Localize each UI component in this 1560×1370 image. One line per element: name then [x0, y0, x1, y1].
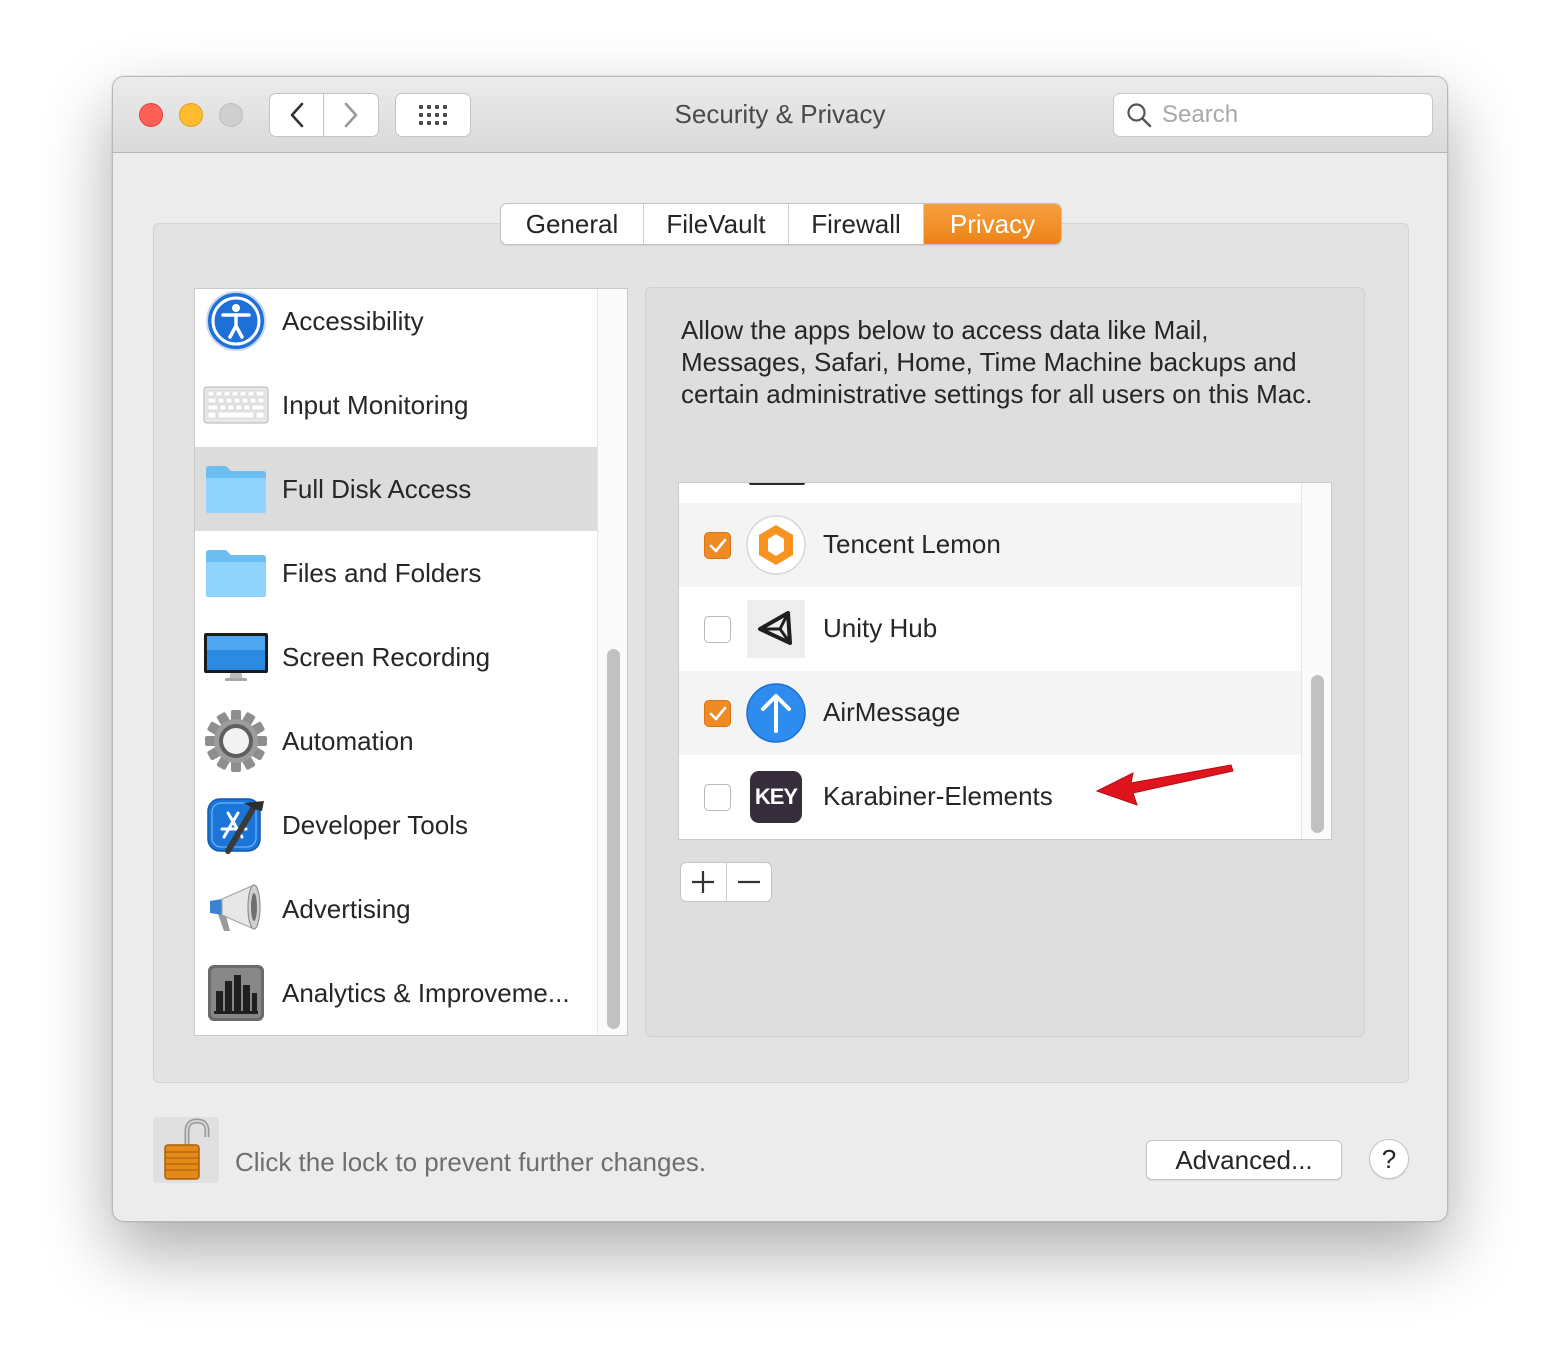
- add-app-button[interactable]: [681, 863, 726, 901]
- lock-hint-text: Click the lock to prevent further change…: [235, 1147, 707, 1177]
- category-screen-recording[interactable]: Screen Recording: [195, 615, 597, 699]
- add-remove-control: [680, 862, 772, 902]
- full-disk-access-pane: Allow the apps below to access data like…: [645, 287, 1365, 1037]
- app-list-scrollbar-thumb[interactable]: [1311, 675, 1324, 833]
- category-label: Advertising: [282, 893, 411, 924]
- category-label: Automation: [282, 725, 414, 756]
- karabiner-icon: KEY: [746, 767, 806, 827]
- gear-icon: [203, 708, 269, 774]
- remove-app-button[interactable]: [725, 863, 771, 901]
- app-row-partial: [679, 483, 1301, 503]
- checkmark-icon: [709, 706, 726, 720]
- search-field[interactable]: [1113, 93, 1433, 137]
- accessibility-icon: [203, 289, 269, 354]
- app-name: Karabiner-Elements: [823, 781, 1053, 811]
- unity-icon: [746, 599, 806, 659]
- category-scrollbar[interactable]: [597, 289, 627, 1035]
- app-name: Unity Hub: [823, 613, 938, 643]
- category-label: Screen Recording: [282, 641, 491, 672]
- xcode-icon: [203, 792, 269, 858]
- category-analytics[interactable]: Analytics & Improveme...: [195, 951, 597, 1035]
- megaphone-icon: [203, 876, 269, 942]
- category-developer-tools[interactable]: Developer Tools: [195, 783, 597, 867]
- unity-hub-checkbox[interactable]: [704, 616, 731, 643]
- plus-icon: [692, 871, 715, 893]
- privacy-category-list[interactable]: Accessibility Input Monitoring Full Disk…: [194, 288, 628, 1036]
- keyboard-icon: [203, 372, 269, 438]
- category-accessibility[interactable]: Accessibility: [195, 289, 597, 363]
- category-automation[interactable]: Automation: [195, 699, 597, 783]
- category-scrollbar-thumb[interactable]: [607, 649, 620, 1029]
- category-label: Full Disk Access: [282, 473, 472, 504]
- app-icon-partial: [749, 483, 805, 485]
- tencent-lemon-icon: [746, 515, 806, 575]
- app-row-unity-hub[interactable]: Unity Hub: [679, 587, 1301, 671]
- karabiner-elements-checkbox[interactable]: [704, 784, 731, 811]
- help-button[interactable]: ?: [1369, 1139, 1409, 1179]
- category-files-and-folders[interactable]: Files and Folders: [195, 531, 597, 615]
- search-icon: [1127, 103, 1152, 128]
- access-description: Allow the apps below to access data like…: [681, 315, 1313, 409]
- airmessage-checkbox[interactable]: [704, 700, 731, 727]
- tab-filevault[interactable]: FileVault: [644, 204, 789, 244]
- category-label: Accessibility: [282, 305, 424, 336]
- unlocked-padlock-icon: [164, 1118, 210, 1180]
- category-label: Files and Folders: [282, 557, 482, 588]
- category-label: Developer Tools: [282, 809, 468, 840]
- category-label: Input Monitoring: [282, 389, 469, 420]
- security-privacy-window: Security & Privacy General FileVault Fir…: [112, 76, 1448, 1222]
- search-input[interactable]: [1162, 101, 1422, 129]
- category-label: Analytics & Improveme...: [282, 977, 570, 1008]
- folder-icon: [203, 456, 269, 522]
- app-name: AirMessage: [823, 697, 961, 727]
- advanced-button[interactable]: Advanced...: [1146, 1140, 1342, 1180]
- minus-icon: [737, 880, 760, 884]
- app-row-tencent-lemon[interactable]: Tencent Lemon: [679, 503, 1301, 587]
- category-advertising[interactable]: Advertising: [195, 867, 597, 951]
- app-name: Tencent Lemon: [823, 529, 1001, 559]
- tab-general[interactable]: General: [501, 204, 644, 244]
- tab-firewall[interactable]: Firewall: [789, 204, 924, 244]
- category-input-monitoring[interactable]: Input Monitoring: [195, 363, 597, 447]
- checkmark-icon: [709, 538, 726, 552]
- airmessage-icon: [746, 683, 806, 743]
- tencent-lemon-checkbox[interactable]: [704, 532, 731, 559]
- red-arrow-annotation: [1095, 764, 1234, 806]
- tab-privacy[interactable]: Privacy: [924, 204, 1061, 244]
- app-row-airmessage[interactable]: AirMessage: [679, 671, 1301, 755]
- bar-chart-icon: [203, 960, 269, 1026]
- tab-bar: General FileVault Firewall Privacy: [500, 203, 1062, 245]
- lock-button[interactable]: [153, 1117, 219, 1183]
- title-bar: Security & Privacy: [113, 77, 1447, 153]
- app-list-scrollbar[interactable]: [1301, 483, 1331, 839]
- display-icon: [203, 624, 269, 690]
- folder-icon: [203, 540, 269, 606]
- karabiner-icon-text: KEY: [750, 771, 802, 823]
- category-full-disk-access[interactable]: Full Disk Access: [195, 447, 597, 531]
